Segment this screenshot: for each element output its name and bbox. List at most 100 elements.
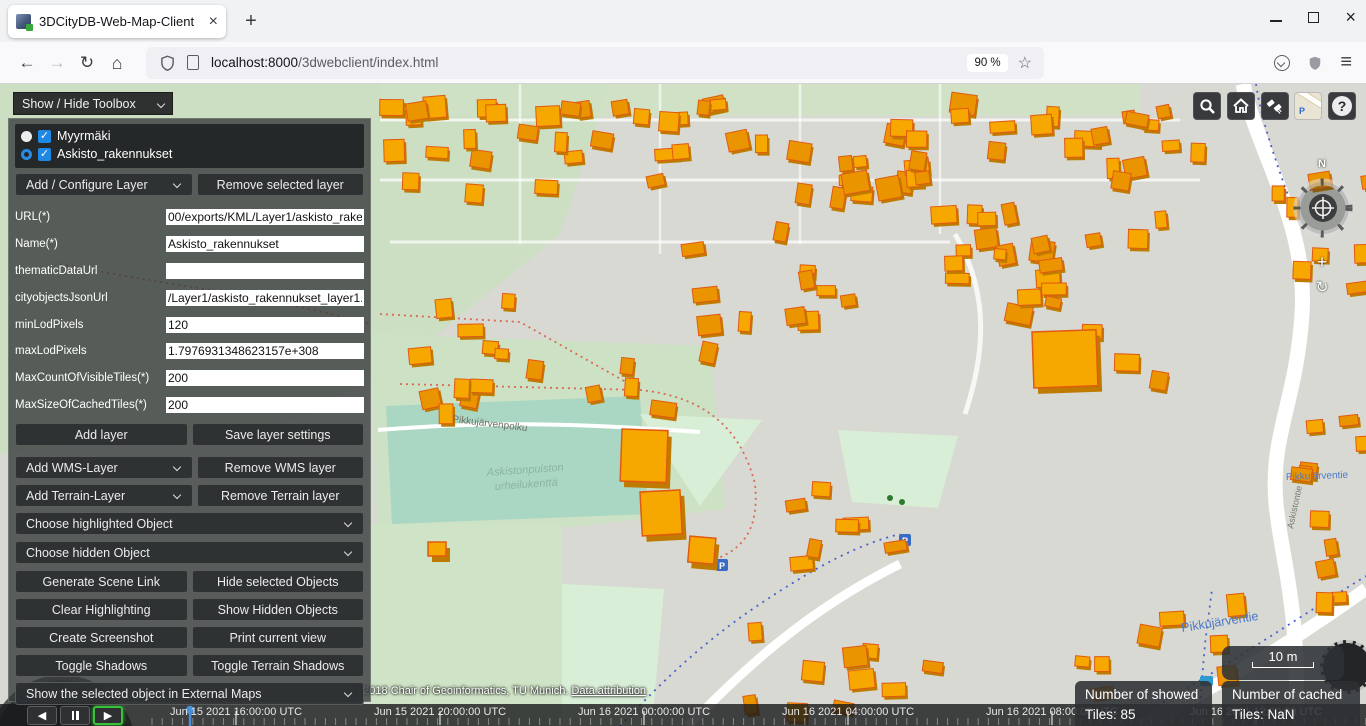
building[interactable]	[1114, 354, 1141, 375]
building[interactable]	[848, 668, 877, 693]
print-current-view-button[interactable]: Print current view	[192, 626, 365, 649]
building[interactable]	[1356, 436, 1366, 454]
building[interactable]	[1095, 657, 1112, 675]
building[interactable]	[795, 183, 815, 208]
min-lod-pixels-input[interactable]	[166, 317, 364, 333]
building[interactable]	[560, 101, 583, 120]
building[interactable]	[725, 129, 752, 155]
window-minimize-button[interactable]	[1270, 20, 1282, 22]
tab-close-icon[interactable]: ×	[209, 14, 218, 30]
generate-scene-link-button[interactable]: Generate Scene Link	[15, 570, 188, 593]
reset-view-button[interactable]: ↻	[1313, 278, 1331, 296]
zoom-in-button[interactable]: +	[1313, 252, 1331, 273]
window-close-button[interactable]: ×	[1345, 8, 1356, 26]
browser-home-button[interactable]: ⌂	[102, 48, 132, 78]
layer-radio[interactable]	[21, 131, 32, 142]
building[interactable]	[658, 111, 681, 135]
building[interactable]	[987, 141, 1008, 163]
bookmark-star-icon[interactable]: ☆	[1018, 53, 1032, 73]
building[interactable]	[1031, 235, 1053, 257]
page-zoom-indicator[interactable]: 90 %	[967, 54, 1007, 72]
save-layer-settings-button[interactable]: Save layer settings	[192, 423, 365, 446]
building[interactable]	[470, 379, 495, 396]
toolbox-toggle-button[interactable]: Show / Hide Toolbox	[13, 92, 173, 115]
building[interactable]	[1091, 126, 1112, 148]
building[interactable]	[1128, 229, 1150, 251]
building[interactable]	[1017, 289, 1043, 309]
animation-pause-button[interactable]	[60, 706, 90, 725]
building[interactable]	[426, 146, 451, 162]
building[interactable]	[469, 149, 494, 172]
remove-selected-layer-button[interactable]: Remove selected layer	[197, 173, 365, 196]
external-maps-dropdown[interactable]: Show the selected object in External Map…	[15, 682, 364, 705]
url-input[interactable]	[166, 209, 364, 225]
building[interactable]	[785, 306, 809, 328]
building[interactable]	[1042, 283, 1069, 298]
menu-button[interactable]: ≡	[1340, 51, 1352, 74]
layer-row-askisto[interactable]: ✓ Askisto_rakennukset	[21, 145, 358, 163]
building[interactable]	[786, 140, 814, 166]
max-lod-pixels-input[interactable]	[166, 343, 364, 359]
building[interactable]	[590, 131, 616, 153]
building[interactable]	[993, 249, 1008, 263]
building[interactable]	[408, 347, 434, 368]
building[interactable]	[535, 180, 560, 198]
layer-checkbox[interactable]: ✓	[38, 148, 51, 161]
building[interactable]	[1074, 656, 1092, 671]
building[interactable]	[536, 105, 563, 129]
animation-play-button[interactable]: ▶	[93, 706, 123, 725]
base-layer-picker-button[interactable]: P	[1294, 92, 1322, 120]
data-attribution-link[interactable]: Data attribution	[571, 685, 646, 697]
building[interactable]	[692, 286, 721, 306]
thematic-data-url-input[interactable]	[166, 263, 364, 279]
building[interactable]	[906, 131, 928, 150]
geocoder-search-button[interactable]	[1193, 92, 1221, 120]
building[interactable]	[624, 378, 640, 400]
building[interactable]	[464, 129, 478, 151]
building[interactable]	[801, 660, 826, 685]
building[interactable]	[1155, 211, 1170, 232]
clear-highlighting-button[interactable]: Clear Highlighting	[15, 598, 188, 621]
building[interactable]	[405, 101, 430, 125]
building[interactable]	[454, 379, 472, 402]
toggle-shadows-button[interactable]: Toggle Shadows	[15, 654, 188, 677]
back-button[interactable]: ←	[12, 48, 42, 78]
building[interactable]	[380, 99, 406, 118]
building[interactable]	[1110, 171, 1133, 194]
building[interactable]	[633, 108, 652, 128]
layer-checkbox[interactable]: ✓	[38, 130, 51, 143]
building[interactable]	[554, 132, 569, 155]
add-configure-layer-dropdown[interactable]: Add / Configure Layer	[15, 173, 193, 196]
building[interactable]	[755, 135, 769, 156]
window-maximize-button[interactable]	[1308, 12, 1319, 23]
home-view-button[interactable]	[1227, 92, 1255, 120]
add-wms-layer-dropdown[interactable]: Add WMS-Layer	[15, 456, 193, 479]
building[interactable]	[951, 108, 972, 126]
building[interactable]	[1315, 558, 1338, 581]
building[interactable]	[649, 400, 678, 421]
building[interactable]	[458, 324, 486, 340]
building[interactable]	[501, 293, 517, 312]
create-screenshot-button[interactable]: Create Screenshot	[15, 626, 188, 649]
building[interactable]	[812, 482, 833, 500]
building[interactable]	[1065, 138, 1085, 160]
building[interactable]	[1149, 370, 1171, 394]
building[interactable]	[384, 139, 407, 164]
building[interactable]	[1354, 244, 1366, 266]
tracking-shield-icon[interactable]	[160, 55, 175, 71]
building[interactable]	[402, 173, 421, 193]
building[interactable]	[1162, 140, 1182, 155]
building[interactable]	[1136, 624, 1164, 650]
building[interactable]	[1272, 186, 1286, 204]
building[interactable]	[620, 357, 637, 378]
add-layer-button[interactable]: Add layer	[15, 423, 188, 446]
navigation-help-button[interactable]: ?	[1328, 92, 1356, 120]
max-count-visible-tiles-input[interactable]	[166, 370, 364, 386]
building[interactable]	[817, 286, 838, 299]
add-terrain-layer-dropdown[interactable]: Add Terrain-Layer	[15, 484, 193, 507]
layer-row-myyrmaki[interactable]: ✓ Myyrmäki	[21, 127, 358, 145]
building[interactable]	[697, 100, 713, 119]
extensions-shield-icon[interactable]	[1308, 55, 1322, 71]
building[interactable]	[1293, 261, 1313, 282]
compass-widget[interactable]	[1289, 174, 1357, 242]
